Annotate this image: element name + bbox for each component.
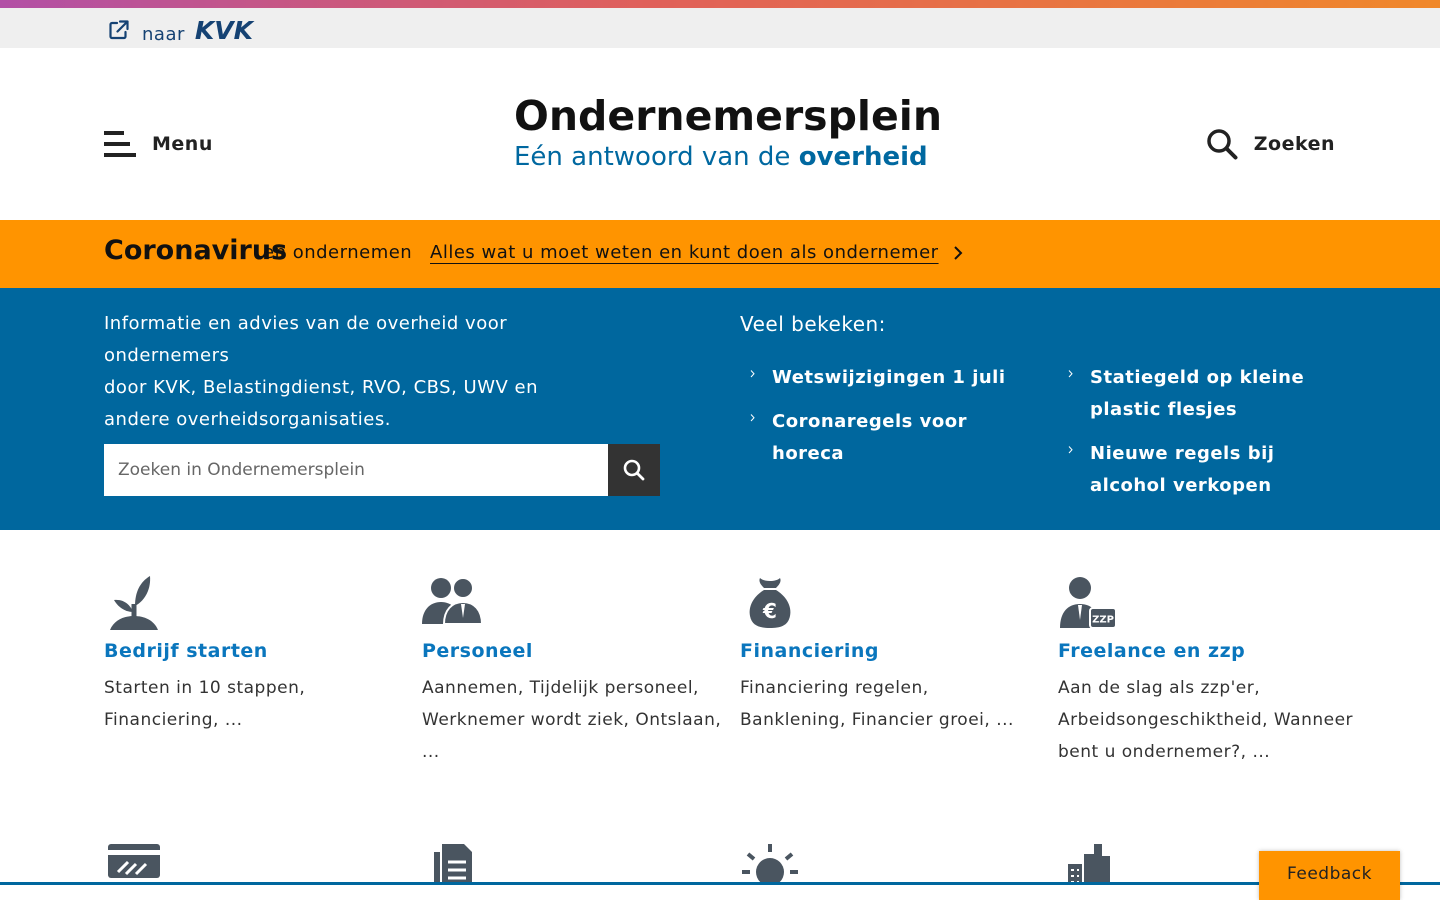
popular-link[interactable]: Statiegeld op kleine plastic flesjes xyxy=(1058,362,1340,426)
corona-banner: Coronavirus en ondernemen Alles wat u mo… xyxy=(0,220,1440,288)
popular-link-text: Coronaregels voor horeca xyxy=(772,411,967,464)
search-submit-button[interactable] xyxy=(608,444,660,496)
hero-section: Informatie en advies van de overheid voo… xyxy=(0,288,1440,530)
brand-subtitle-bold: overheid xyxy=(798,142,928,172)
chevron-right-icon xyxy=(953,245,962,260)
popular-link-text: Wetswijzigingen 1 juli xyxy=(772,367,1006,388)
popular-list-right: Statiegeld op kleine plastic flesjes Nie… xyxy=(1058,362,1340,514)
search-icon xyxy=(623,459,645,481)
chevron-right-icon xyxy=(750,414,755,422)
euro-symbol: € xyxy=(762,599,777,623)
popular-link[interactable]: Coronaregels voor horeca xyxy=(740,406,1040,470)
chevron-right-icon xyxy=(1068,446,1073,454)
brand-subtitle-plain: Eén antwoord van de xyxy=(514,142,791,172)
bottom-strip xyxy=(0,885,1440,900)
kvk-logo: KVK xyxy=(194,16,253,45)
search-input[interactable] xyxy=(104,444,608,496)
topic-title: Bedrijf starten xyxy=(104,640,268,662)
topic-title: Personeel xyxy=(422,640,533,662)
popular-link[interactable]: Nieuwe regels bij alcohol verkopen xyxy=(1058,438,1340,502)
popular-link[interactable]: Wetswijzigingen 1 juli xyxy=(740,362,1040,394)
top-gradient-bar xyxy=(0,0,1440,8)
feedback-button[interactable]: Feedback xyxy=(1259,851,1400,900)
hero-intro-line: andere overheidsorganisaties. xyxy=(104,409,391,430)
topic-tile[interactable]: ZZP Freelance en zzp Aan de slag als zzp… xyxy=(1058,574,1358,768)
header-search-button[interactable]: Zoeken xyxy=(1206,128,1335,160)
chevron-right-icon xyxy=(750,370,755,378)
topic-description: Aan de slag als zzp'er, Arbeidsongeschik… xyxy=(1058,678,1354,762)
topic-description: Financiering regelen, Banklening, Financ… xyxy=(740,678,1014,730)
corona-link[interactable]: Alles wat u moet weten en kunt doen als … xyxy=(430,242,963,263)
popular-link-text: Nieuwe regels bij alcohol verkopen xyxy=(1090,443,1275,496)
popular-list-left: Wetswijzigingen 1 juli Coronaregels voor… xyxy=(740,362,1040,482)
corona-link-text: Alles wat u moet weten en kunt doen als … xyxy=(430,242,939,263)
search-label: Zoeken xyxy=(1253,133,1335,155)
search-icon xyxy=(1206,129,1238,160)
site-brand[interactable]: Ondernemersplein Eén antwoord van de ove… xyxy=(514,92,943,172)
corona-title: Coronavirus xyxy=(104,235,288,266)
hero-intro-line: Informatie en advies van de overheid voo… xyxy=(104,313,508,366)
site-header: Menu Ondernemersplein Eén antwoord van d… xyxy=(0,48,1440,220)
sprout-icon xyxy=(110,576,158,630)
external-link-icon xyxy=(109,19,129,39)
brand-title: Ondernemersplein xyxy=(514,92,943,140)
freelancer-icon: ZZP xyxy=(1060,577,1117,629)
topic-title: Financiering xyxy=(740,640,880,662)
topic-tile[interactable]: Bedrijf starten Starten in 10 stappen, F… xyxy=(104,574,404,736)
chevron-right-icon xyxy=(1068,370,1073,378)
zzp-badge: ZZP xyxy=(1092,615,1114,626)
menu-button[interactable]: Menu xyxy=(104,130,213,158)
topic-tile[interactable]: Personeel Aannemen, Tijdelijk personeel,… xyxy=(422,574,722,768)
menu-label: Menu xyxy=(152,133,213,155)
corona-subtitle: en ondernemen xyxy=(263,242,413,263)
kvk-link[interactable]: naar KVK xyxy=(108,14,253,45)
money-bag-icon: € xyxy=(749,578,791,628)
topic-description: Aannemen, Tijdelijk personeel, Werknemer… xyxy=(422,678,722,762)
popular-link-text: Statiegeld op kleine plastic flesjes xyxy=(1090,367,1305,420)
popular-title: Veel bekeken: xyxy=(740,312,886,336)
topic-title: Freelance en zzp xyxy=(1058,640,1246,662)
hero-intro: Informatie en advies van de overheid voo… xyxy=(104,308,624,436)
people-icon xyxy=(422,577,484,625)
brand-subtitle: Eén antwoord van de overheid xyxy=(514,142,928,172)
hero-search-form xyxy=(104,444,660,496)
topic-tile[interactable]: € Financiering Financiering regelen, Ban… xyxy=(740,574,1040,736)
hamburger-icon xyxy=(104,131,136,157)
kvk-topbar: naar KVK xyxy=(0,8,1440,48)
kvk-naar-text: naar xyxy=(142,24,185,45)
hero-intro-line: door KVK, Belastingdienst, RVO, CBS, UWV… xyxy=(104,377,539,398)
topic-description: Starten in 10 stappen, Financiering, ... xyxy=(104,678,306,730)
